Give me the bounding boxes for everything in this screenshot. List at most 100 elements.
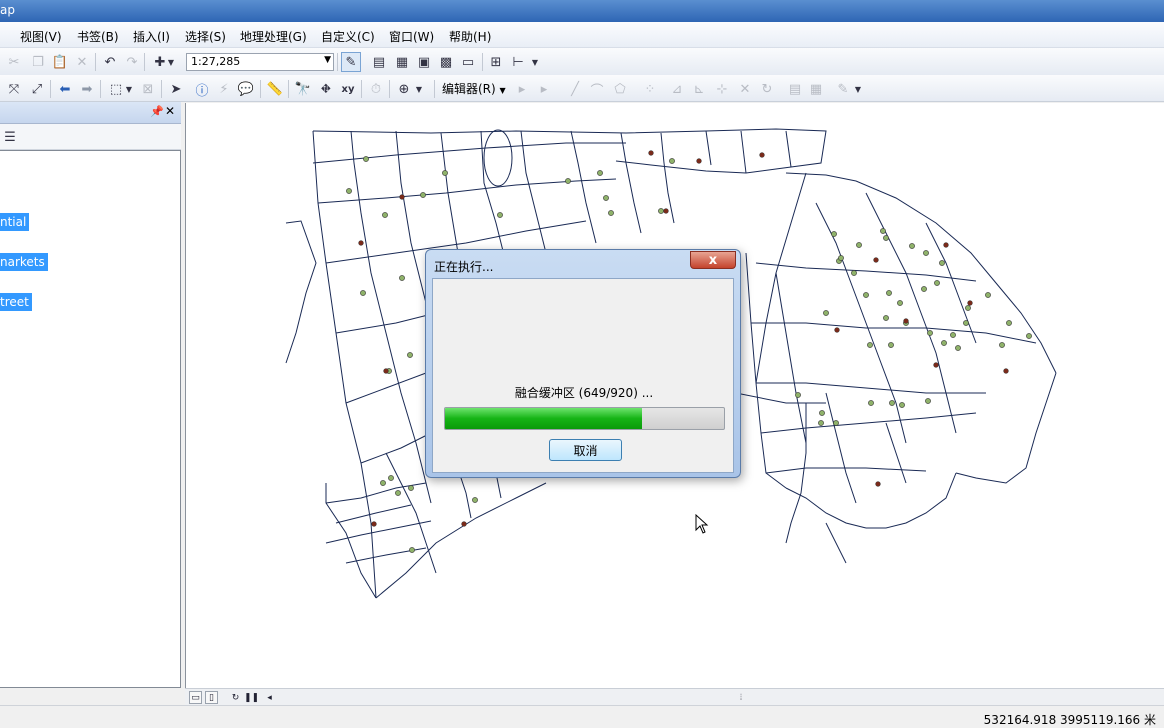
paste-icon[interactable]: 📋 — [50, 52, 70, 72]
straight-segment-icon[interactable]: ╱ — [565, 79, 585, 99]
progress-message: 融合缓冲区 (649/920) ... — [514, 386, 654, 400]
split-icon[interactable]: ✕ — [735, 79, 755, 99]
edit-vertices-icon[interactable]: ⊿ — [667, 79, 687, 99]
title-bar: ap — [0, 0, 1164, 22]
scroll-thumb-grip[interactable]: ⦙ — [735, 691, 747, 704]
progress-fill — [445, 408, 642, 429]
arc-segment-icon[interactable]: ⌒ — [587, 79, 607, 99]
trace-icon[interactable]: ⁘ — [640, 79, 660, 99]
chevron-down-icon[interactable]: ▼ — [324, 55, 331, 65]
create-features-icon[interactable]: ✎ — [833, 79, 853, 99]
model-builder-icon[interactable]: ⊞ — [486, 52, 506, 72]
status-bar: 532164.918 3995119.166 米 — [0, 705, 1164, 728]
progress-dialog: 正在执行... x 融合缓冲区 (649/920) ... 取消 — [425, 249, 741, 478]
refresh-icon[interactable]: ↻ — [229, 691, 242, 704]
identify-icon[interactable]: ⓘ — [192, 79, 212, 99]
cancel-button[interactable]: 取消 — [549, 439, 622, 461]
sketch-properties-icon[interactable]: ▦ — [806, 79, 826, 99]
toolbar-options-icon-2[interactable]: ▼ — [853, 79, 863, 99]
toc-toolbar: ☰ — [0, 124, 181, 150]
dialog-close-button[interactable]: x — [690, 251, 736, 269]
status-coordinates: 532164.918 3995119.166 米 — [983, 713, 1156, 727]
data-view-icon[interactable]: ▭ — [189, 691, 202, 704]
attributes-icon[interactable]: ▤ — [785, 79, 805, 99]
scale-value: 1:27,285 — [191, 55, 241, 68]
measure-icon[interactable]: 📏 — [265, 79, 285, 99]
menu-window[interactable]: 窗口(W) — [389, 28, 434, 45]
pin-icon[interactable]: 📌 — [150, 105, 164, 118]
add-data-dropdown-icon[interactable]: ▼ — [166, 52, 176, 72]
table-of-contents: 📌 ✕ ☰ ntial narkets treet — [0, 102, 181, 688]
window-title: ap — [0, 3, 15, 17]
menu-help[interactable]: 帮助(H) — [449, 28, 491, 45]
reshape-icon[interactable]: ⊾ — [689, 79, 709, 99]
editor-menu[interactable]: 编辑器(R) ▼ — [442, 80, 506, 97]
toc-window-icon[interactable]: ▤ — [369, 52, 389, 72]
copy-icon[interactable]: ❐ — [28, 52, 48, 72]
layer-label: treet — [0, 295, 29, 309]
scale-combo[interactable]: 1:27,285 ▼ — [186, 53, 334, 71]
editor-menu-label: 编辑器(R) — [442, 82, 496, 96]
back-icon[interactable]: ⬅ — [55, 79, 75, 99]
progress-bar — [444, 407, 725, 430]
time-slider-icon[interactable]: ⏱ — [366, 79, 386, 99]
map-scrollbar[interactable]: ▭ ▯ ↻ ❚❚ ◂ ⦙ — [185, 688, 1164, 705]
forward-icon[interactable]: ➡ — [77, 79, 97, 99]
layer-label: narkets — [0, 255, 45, 269]
menu-bookmarks[interactable]: 书签(B) — [77, 28, 119, 45]
edit-tool-icon[interactable]: ▸ — [512, 79, 532, 99]
layer-residential[interactable]: ntial — [0, 213, 30, 231]
layer-supermarkets[interactable]: narkets — [0, 253, 48, 271]
menu-customize[interactable]: 自定义(C) — [321, 28, 375, 45]
redo-icon[interactable]: ↷ — [122, 52, 142, 72]
hyperlink-icon[interactable]: ⚡ — [214, 79, 234, 99]
pause-icon[interactable]: ❚❚ — [244, 691, 259, 704]
fixed-zoom-icon[interactable]: ⤢ — [27, 79, 47, 99]
tools-toolbar: ⤧ ⤢ ⬅ ➡ ⬚ ▼ ⊠ ➤ ⓘ ⚡ 💬 📏 🔭 ⛖ xy ⏱ ⊕ ▼ ▸ ▸… — [0, 75, 1164, 102]
close-icon[interactable]: ✕ — [165, 104, 175, 118]
menu-view[interactable]: 视图(V) — [20, 28, 62, 45]
toolbar-options-icon[interactable]: ▼ — [530, 52, 540, 72]
viewer-dropdown-icon[interactable]: ▼ — [414, 79, 424, 99]
menu-bar: 视图(V) 书签(B) 插入(I) 选择(S) 地理处理(G) 自定义(C) 窗… — [0, 22, 1164, 48]
close-icon: x — [708, 252, 718, 268]
layer-label: ntial — [0, 215, 27, 229]
full-extent-icon[interactable]: ⤧ — [4, 79, 24, 99]
polygon-tool-icon[interactable]: ⬠ — [610, 79, 630, 99]
search-window-icon[interactable]: ▣ — [414, 52, 434, 72]
editor-toolbar-icon[interactable]: ✎ — [341, 52, 361, 72]
layout-view-icon[interactable]: ▯ — [205, 691, 218, 704]
python-window-icon[interactable]: ▭ — [458, 52, 478, 72]
menu-geoprocessing[interactable]: 地理处理(G) — [240, 28, 307, 45]
menu-insert[interactable]: 插入(I) — [133, 28, 170, 45]
dialog-title: 正在执行... — [434, 260, 494, 274]
layout-tool-icon[interactable]: ⊢ — [508, 52, 528, 72]
cancel-button-label: 取消 — [573, 443, 598, 458]
scroll-left-icon[interactable]: ◂ — [263, 691, 276, 704]
rotate-icon[interactable]: ↻ — [757, 79, 777, 99]
cut-icon[interactable]: ✂ — [4, 52, 24, 72]
html-popup-icon[interactable]: 💬 — [236, 79, 256, 99]
find-icon[interactable]: 🔭 — [293, 79, 313, 99]
chevron-down-icon: ▼ — [499, 86, 506, 95]
clear-selection-icon[interactable]: ⊠ — [138, 79, 158, 99]
toc-header: 📌 ✕ — [0, 102, 181, 124]
list-by-drawing-order-icon[interactable]: ☰ — [0, 127, 20, 147]
layer-street[interactable]: treet — [0, 293, 32, 311]
select-features-icon[interactable]: ⬚ — [106, 79, 126, 99]
find-route-icon[interactable]: ⛖ — [316, 79, 336, 99]
delete-icon[interactable]: ✕ — [72, 52, 92, 72]
select-elements-icon[interactable]: ➤ — [166, 79, 186, 99]
undo-icon[interactable]: ↶ — [100, 52, 120, 72]
zoom-in-icon[interactable]: ⊕ — [394, 79, 414, 99]
catalog-icon[interactable]: ▦ — [392, 52, 412, 72]
select-dropdown-icon[interactable]: ▼ — [124, 79, 134, 99]
dialog-body: 融合缓冲区 (649/920) ... 取消 — [432, 278, 734, 473]
toolbox-icon[interactable]: ▩ — [436, 52, 456, 72]
edit-annotation-icon[interactable]: ▸ — [534, 79, 554, 99]
menu-selection[interactable]: 选择(S) — [185, 28, 226, 45]
cut-polygon-icon[interactable]: ⊹ — [712, 79, 732, 99]
standard-toolbar: ✂ ❐ 📋 ✕ ↶ ↷ ✚ ▼ ✎ ▤ ▦ ▣ ▩ ▭ ⊞ ⊢ ▼ — [0, 48, 1164, 75]
go-to-xy-icon[interactable]: xy — [338, 79, 358, 99]
mouse-cursor-icon — [695, 514, 709, 534]
